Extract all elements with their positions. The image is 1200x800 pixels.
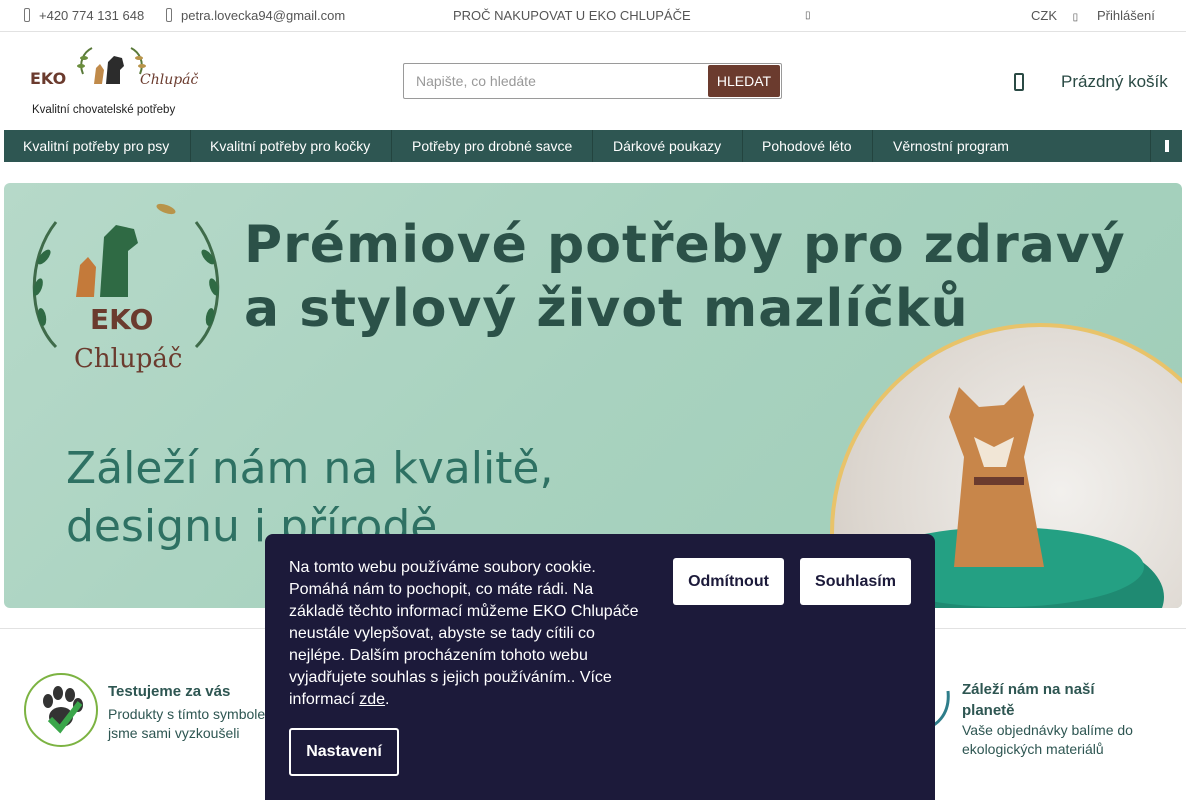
cart-label: Prázdný košík xyxy=(1061,72,1168,91)
phone-number[interactable]: +420 774 131 648 xyxy=(39,8,144,23)
phone-icon xyxy=(24,8,30,22)
envelope-icon xyxy=(166,8,172,22)
banner-logo-name: Chlupáč xyxy=(74,344,182,374)
nav-item-gift-vouchers[interactable]: Dárkové poukazy xyxy=(593,130,743,162)
nav-item-dogs[interactable]: Kvalitní potřeby pro psy xyxy=(4,130,191,162)
logo-eko-text: EKO xyxy=(30,69,66,88)
banner-sub-line-1: Záleží nám na kvalitě, xyxy=(66,443,554,494)
banner-headline: Prémiové potřeby pro zdravý a stylový ži… xyxy=(244,213,1126,341)
feature-planet-title: Záleží nám na naší planetě xyxy=(962,681,1095,719)
paw-check-icon xyxy=(24,673,98,747)
search-input[interactable] xyxy=(404,64,709,98)
top-bar: +420 774 131 648 petra.lovecka94@gmail.c… xyxy=(0,0,1186,32)
nav-item-summer[interactable]: Pohodové léto xyxy=(743,130,873,162)
why-shop-link[interactable]: PROČ NAKUPOVAT U EKO CHLUPÁČE xyxy=(453,8,691,23)
phone-contact[interactable]: +420 774 131 648 xyxy=(24,8,144,23)
menu-icon xyxy=(1165,140,1169,152)
site-logo[interactable]: EKO Chlupáč Kvalitní chovatelské potřeby xyxy=(28,44,199,120)
cookie-accept-button[interactable]: Souhlasím xyxy=(800,558,911,605)
cookie-settings-button[interactable]: Nastavení xyxy=(289,728,399,776)
banner-logo-eko: EKO xyxy=(90,303,153,336)
logo-graphic: EKO Chlupáč Kvalitní chovatelské potřeby xyxy=(30,47,199,116)
cookie-message: Na tomto webu používáme soubory cookie. … xyxy=(289,559,639,708)
nav-item-cats[interactable]: Kvalitní potřeby pro kočky xyxy=(191,130,392,162)
search-form: HLEDAT xyxy=(403,63,782,99)
nav-more-button[interactable] xyxy=(1150,130,1182,162)
chevron-down-icon: ▯ xyxy=(1072,12,1079,23)
cookie-decline-button[interactable]: Odmítnout xyxy=(673,558,784,605)
currency-label: CZK xyxy=(1031,8,1057,23)
email-address[interactable]: petra.lovecka94@gmail.com xyxy=(181,8,345,23)
email-contact[interactable]: petra.lovecka94@gmail.com xyxy=(166,8,345,23)
nav-item-small-mammals[interactable]: Potřeby pro drobné savce xyxy=(392,130,593,162)
currency-selector[interactable]: CZK ▯ xyxy=(1031,8,1078,23)
cookie-consent: Na tomto webu používáme soubory cookie. … xyxy=(265,534,935,800)
feature-planet-desc: Vaše objednávky balíme do ekologických m… xyxy=(962,722,1133,757)
cookie-text-end: . xyxy=(385,691,390,708)
search-button[interactable]: HLEDAT xyxy=(708,65,780,97)
main-navigation: Kvalitní potřeby pro psy Kvalitní potřeb… xyxy=(4,130,1182,162)
feature-tested-desc: Produkty s tímto symbolem jsme sami vyzk… xyxy=(108,706,277,741)
logo-tagline: Kvalitní chovatelské potřeby xyxy=(32,104,175,116)
header: EKO Chlupáč Kvalitní chovatelské potřeby… xyxy=(0,32,1186,130)
more-links-icon[interactable]: ▯ xyxy=(805,10,811,21)
banner-headline-line-1: Prémiové potřeby pro zdravý xyxy=(244,215,1126,275)
login-link[interactable]: Přihlášení xyxy=(1097,8,1155,23)
feature-tested-title: Testujeme za vás xyxy=(108,683,231,700)
cookie-text: Na tomto webu používáme soubory cookie. … xyxy=(289,557,649,711)
banner-logo: EKO Chlupáč xyxy=(32,203,220,374)
logo-chlupac-text: Chlupáč xyxy=(140,72,198,88)
nav-item-loyalty[interactable]: Věrnostní program xyxy=(873,130,1023,162)
cookie-more-info-link[interactable]: zde xyxy=(359,691,385,708)
cart-icon xyxy=(1014,73,1024,91)
